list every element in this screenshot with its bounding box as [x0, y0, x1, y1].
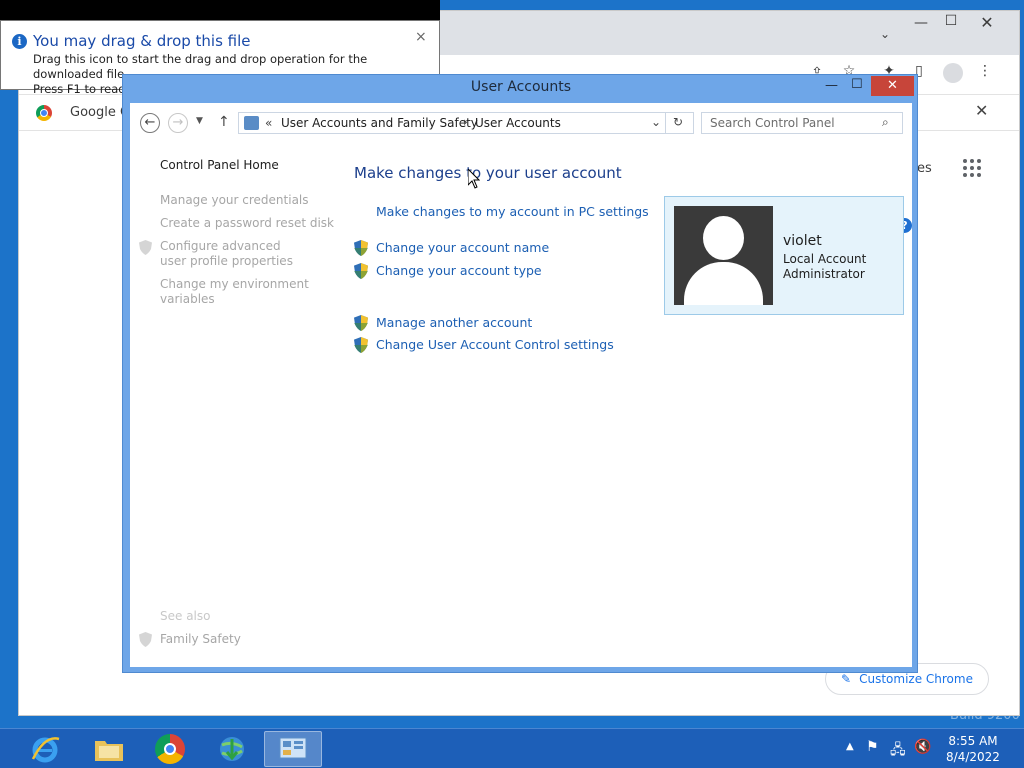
clock-date: 8/4/2022	[946, 750, 1000, 764]
up-button[interactable]: ↑	[218, 114, 230, 130]
manage-credentials-link[interactable]: Manage your credentials	[160, 193, 309, 208]
advanced-profile-properties-link[interactable]: Configure advanced user profile properti…	[160, 239, 310, 269]
chrome-icon	[155, 734, 185, 764]
window-close-button[interactable]: ✕	[871, 76, 914, 96]
address-divider	[665, 113, 666, 133]
chrome-partial-link[interactable]: es	[917, 161, 932, 176]
change-account-name-link[interactable]: Change your account name	[376, 240, 549, 255]
notification-shadow	[0, 0, 440, 20]
show-hidden-icons-icon[interactable]: ▲	[846, 741, 854, 752]
shield-icon	[139, 240, 152, 255]
clock-time: 8:55 AM	[948, 734, 998, 748]
address-bar[interactable]: « User Accounts and Family Safety › User…	[238, 112, 694, 134]
ntp-close-icon[interactable]: ✕	[975, 101, 988, 120]
control-panel-users-icon	[244, 116, 259, 130]
breadcrumb-separator: ›	[463, 115, 468, 129]
account-role: Administrator	[783, 267, 865, 281]
search-icon[interactable]: ⌕	[882, 115, 889, 130]
uac-shield-icon	[354, 263, 368, 279]
uac-shield-icon	[354, 337, 368, 353]
account-tile[interactable]: violet Local Account Administrator	[664, 196, 904, 315]
uac-settings-link[interactable]: Change User Account Control settings	[376, 337, 614, 352]
download-manager-button[interactable]	[203, 731, 261, 767]
control-panel-taskbar-button[interactable]	[264, 731, 322, 767]
window-minimize-button[interactable]: —	[825, 78, 838, 93]
file-explorer-button[interactable]	[80, 731, 138, 767]
internet-explorer-icon	[31, 737, 60, 763]
notification-title: You may drag & drop this file	[33, 32, 251, 50]
see-also-heading: See also	[160, 609, 211, 623]
window-body: ← → ▼ ↑ « User Accounts and Family Safet…	[130, 103, 912, 667]
control-panel-home-link[interactable]: Control Panel Home	[160, 158, 279, 172]
folder-icon	[95, 741, 123, 761]
taskbar: ▲ ⚑ 🖧 🔇 8:55 AM 8/4/2022	[0, 728, 1024, 768]
shield-icon	[139, 632, 152, 647]
page-heading: Make changes to your user account	[354, 164, 622, 182]
window-title: User Accounts	[470, 79, 572, 95]
chrome-close-icon[interactable]: ✕	[975, 13, 999, 32]
pencil-icon: ✎	[841, 672, 852, 686]
pc-settings-link[interactable]: Make changes to my account in PC setting…	[376, 204, 649, 219]
apps-grid-icon[interactable]	[963, 159, 981, 177]
user-avatar	[674, 206, 773, 305]
back-button[interactable]: ←	[140, 113, 160, 133]
tab-search-chevron-icon[interactable]: ⌄	[873, 27, 897, 41]
window-maximize-button[interactable]: ☐	[851, 77, 863, 92]
network-icon[interactable]: 🖧	[890, 739, 906, 763]
globe-download-icon	[220, 737, 244, 761]
chrome-tab-title[interactable]: Google C	[70, 105, 129, 120]
info-icon: i	[12, 34, 27, 49]
profile-avatar-icon[interactable]	[943, 63, 963, 83]
volume-muted-icon[interactable]: 🔇	[914, 739, 931, 755]
recent-pages-chevron-icon[interactable]: ▼	[196, 116, 203, 126]
uac-shield-icon	[354, 315, 368, 331]
search-input[interactable]: Search Control Panel	[701, 112, 903, 134]
internet-explorer-button[interactable]	[16, 731, 74, 767]
refresh-icon[interactable]: ↻	[673, 115, 683, 129]
customize-chrome-label: Customize Chrome	[859, 672, 973, 686]
account-type: Local Account	[783, 252, 867, 266]
chrome-taskbar-button[interactable]	[141, 731, 199, 767]
notification-close-icon[interactable]: ×	[415, 29, 427, 45]
chrome-menu-icon[interactable]: ⋮	[973, 63, 997, 79]
change-account-type-link[interactable]: Change your account type	[376, 263, 542, 278]
breadcrumb-prefix[interactable]: «	[265, 116, 272, 130]
control-panel-icon	[279, 737, 307, 759]
action-center-flag-icon[interactable]: ⚑	[866, 739, 879, 755]
chrome-maximize-icon[interactable]: ☐	[939, 13, 963, 29]
mouse-cursor-icon	[467, 167, 481, 192]
account-name: violet	[783, 233, 822, 249]
chrome-logo-icon	[36, 105, 52, 121]
chrome-minimize-icon[interactable]: —	[909, 15, 933, 31]
address-dropdown-icon[interactable]: ⌄	[651, 115, 661, 129]
manage-another-account-link[interactable]: Manage another account	[376, 315, 532, 330]
breadcrumb-user-accounts-family-safety[interactable]: User Accounts and Family Safety	[281, 116, 478, 130]
breadcrumb-user-accounts[interactable]: User Accounts	[475, 116, 561, 130]
family-safety-link[interactable]: Family Safety	[160, 632, 241, 647]
uac-shield-icon	[354, 240, 368, 256]
password-reset-disk-link[interactable]: Create a password reset disk	[160, 216, 334, 231]
forward-button[interactable]: →	[168, 113, 188, 133]
environment-variables-link[interactable]: Change my environment variables	[160, 277, 310, 307]
system-clock[interactable]: 8:55 AM 8/4/2022	[936, 733, 1010, 765]
user-accounts-window: User Accounts — ☐ ✕ ← → ▼ ↑ « User Accou…	[122, 74, 918, 673]
